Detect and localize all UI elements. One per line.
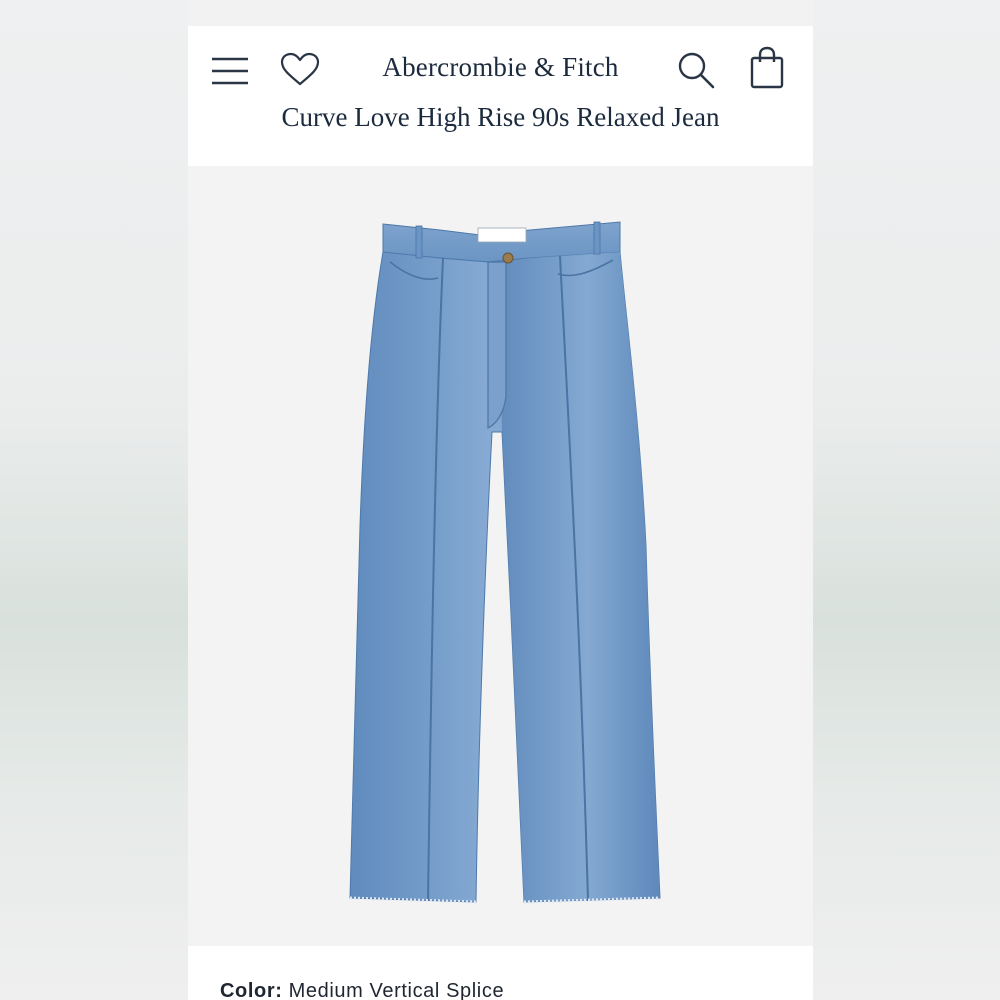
search-icon [678,52,715,89]
product-page: Abercrombie & Fitch Curve Love High Rise… [188,0,813,1000]
wishlist-button[interactable] [280,52,320,88]
hamburger-menu-icon [212,57,248,85]
shopping-bag-button[interactable] [748,46,786,90]
color-value: Medium Vertical Splice [288,980,505,1000]
heart-icon [280,52,320,86]
product-title: Curve Love High Rise 90s Relaxed Jean [281,102,720,132]
jeans-image [349,221,661,904]
shopping-bag-icon [750,46,784,89]
brand-logo[interactable]: Abercrombie & Fitch [338,52,663,83]
site-header: Abercrombie & Fitch Curve Love High Rise… [188,26,813,166]
color-row: Color: Medium Vertical Splice [220,980,504,1000]
blurred-background-right [812,0,1000,1000]
search-button[interactable] [676,50,716,90]
status-strip [188,0,813,26]
color-label: Color: [220,980,283,1000]
product-image[interactable] [188,166,813,946]
menu-button[interactable] [210,54,250,88]
blurred-background-left [0,0,188,1000]
product-details: Color: Medium Vertical Splice [188,946,813,1000]
